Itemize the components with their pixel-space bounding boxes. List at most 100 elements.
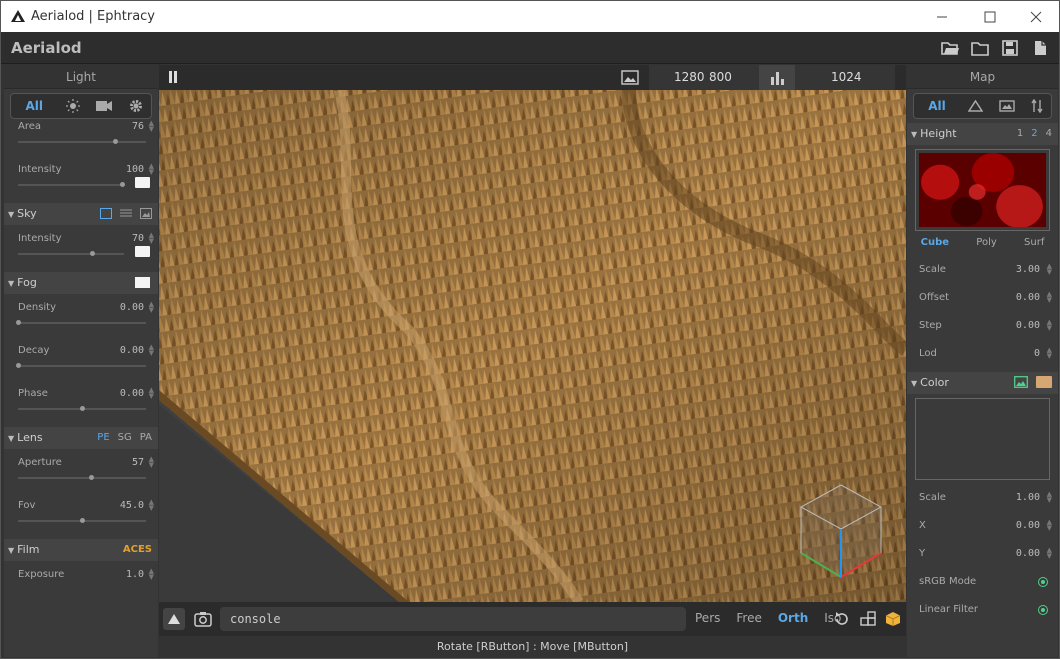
- layout-grid-icon[interactable]: [860, 611, 876, 627]
- spin-arrows-icon[interactable]: ▲ ▼: [149, 344, 154, 357]
- spin-arrows-icon[interactable]: ▲ ▼: [149, 232, 154, 245]
- fog-color-swatch[interactable]: [135, 277, 150, 288]
- height-level-4[interactable]: 4: [1046, 123, 1052, 145]
- screenshot-camera-icon[interactable]: [194, 611, 212, 627]
- height-level-2[interactable]: 2: [1031, 123, 1037, 145]
- lens-mode-pa[interactable]: PA: [140, 427, 152, 449]
- tab-all[interactable]: All: [19, 99, 49, 113]
- tab-all[interactable]: All: [922, 99, 952, 113]
- height-map-preview[interactable]: [915, 149, 1050, 231]
- offset-value[interactable]: 0.00: [1016, 292, 1040, 303]
- area-value[interactable]: 76: [132, 121, 144, 132]
- toggle-panel-button[interactable]: [163, 608, 185, 630]
- cube-icon[interactable]: [885, 611, 901, 627]
- slider-knob[interactable]: [80, 406, 85, 411]
- exposure-value[interactable]: 1.0: [126, 569, 144, 580]
- console-input[interactable]: console: [220, 607, 686, 631]
- lens-mode-sg[interactable]: SG: [118, 427, 132, 449]
- maximize-button[interactable]: [967, 1, 1013, 32]
- spin-arrows-icon[interactable]: ▲ ▼: [149, 568, 154, 581]
- spin-arrows-icon[interactable]: ▲ ▼: [1047, 491, 1052, 504]
- slider-knob[interactable]: [89, 475, 94, 480]
- open-folder-icon[interactable]: [941, 39, 959, 57]
- slider-knob[interactable]: [90, 251, 95, 256]
- height-level-1[interactable]: 1: [1017, 123, 1023, 145]
- spin-arrows-icon[interactable]: ▲ ▼: [149, 163, 154, 176]
- area-slider[interactable]: [18, 139, 146, 144]
- minimize-button[interactable]: [919, 1, 965, 32]
- slider-knob[interactable]: [120, 182, 125, 187]
- slider-knob[interactable]: [113, 139, 118, 144]
- camera-icon[interactable]: [96, 100, 113, 112]
- close-button[interactable]: [1013, 1, 1059, 32]
- aperture-value[interactable]: 57: [132, 457, 144, 468]
- spin-arrows-icon[interactable]: ▲ ▼: [149, 120, 154, 133]
- intensity-slider[interactable]: [18, 182, 125, 187]
- spin-arrows-icon[interactable]: ▲ ▼: [1047, 547, 1052, 560]
- intensity-value[interactable]: 100: [126, 164, 144, 175]
- aperture-slider[interactable]: [18, 475, 146, 480]
- spin-arrows-icon[interactable]: ▲ ▼: [149, 456, 154, 469]
- step-value[interactable]: 0.00: [1016, 320, 1040, 331]
- terrain-icon[interactable]: [968, 100, 983, 112]
- pause-icon[interactable]: [168, 71, 178, 83]
- sky-color-swatch[interactable]: [135, 246, 150, 257]
- spin-arrows-icon[interactable]: ▲ ▼: [149, 387, 154, 400]
- sun-icon[interactable]: [65, 99, 80, 113]
- spin-arrows-icon[interactable]: ▲ ▼: [1047, 519, 1052, 532]
- save-icon[interactable]: [1001, 39, 1019, 57]
- phase-value[interactable]: 0.00: [120, 388, 144, 399]
- slider-knob[interactable]: [16, 320, 21, 325]
- decay-value[interactable]: 0.00: [120, 345, 144, 356]
- sky-uniform-icon[interactable]: [100, 208, 112, 219]
- mode-orth[interactable]: Orth: [778, 611, 808, 625]
- spin-arrows-icon[interactable]: ▲ ▼: [1047, 291, 1052, 304]
- density-slider[interactable]: [16, 320, 146, 325]
- shape-surf[interactable]: Surf: [1024, 237, 1044, 248]
- density-value[interactable]: 0.00: [120, 302, 144, 313]
- light-color-swatch[interactable]: [135, 177, 150, 188]
- fov-slider[interactable]: [18, 518, 146, 523]
- scale-value[interactable]: 3.00: [1016, 264, 1040, 275]
- render-image-icon[interactable]: [621, 70, 639, 85]
- color-section-header[interactable]: ▼ Color: [907, 372, 1058, 394]
- file-icon[interactable]: [1031, 39, 1049, 57]
- render-viewport[interactable]: [159, 90, 906, 602]
- spin-arrows-icon[interactable]: ▲ ▼: [1047, 319, 1052, 332]
- resolution-width[interactable]: 1280: [674, 70, 705, 84]
- samples-button[interactable]: [759, 65, 795, 90]
- linear-filter-toggle[interactable]: [1038, 605, 1048, 615]
- slider-knob[interactable]: [16, 363, 21, 368]
- slider-knob[interactable]: [80, 518, 85, 523]
- folder-icon[interactable]: [971, 39, 989, 57]
- fog-section-header[interactable]: ▼ Fog: [4, 272, 158, 294]
- color-swatch[interactable]: [1036, 376, 1052, 388]
- reset-rotation-icon[interactable]: [834, 611, 850, 627]
- image-icon[interactable]: [999, 100, 1015, 112]
- samples-value[interactable]: 1024: [831, 70, 862, 84]
- color-image-icon[interactable]: [1014, 376, 1028, 388]
- srgb-mode-toggle[interactable]: [1038, 577, 1048, 587]
- sky-image-icon[interactable]: [140, 208, 152, 219]
- color-map-preview[interactable]: [915, 398, 1050, 480]
- resolution-field[interactable]: 1280 800: [649, 65, 759, 90]
- shape-poly[interactable]: Poly: [976, 237, 997, 248]
- spin-arrows-icon[interactable]: ▲ ▼: [1047, 347, 1052, 360]
- sky-gradient-icon[interactable]: [120, 208, 132, 219]
- fov-value[interactable]: 45.0: [120, 500, 144, 511]
- film-section-header[interactable]: ▼ Film ACES: [4, 539, 158, 561]
- mode-free[interactable]: Free: [736, 611, 761, 625]
- shape-cube[interactable]: Cube: [921, 237, 949, 248]
- spin-arrows-icon[interactable]: ▲ ▼: [149, 301, 154, 314]
- y-value[interactable]: 0.00: [1016, 548, 1040, 559]
- lod-value[interactable]: 0: [1034, 348, 1040, 359]
- x-value[interactable]: 0.00: [1016, 520, 1040, 531]
- sky-intensity-slider[interactable]: [18, 251, 124, 256]
- decay-slider[interactable]: [16, 363, 146, 368]
- aces-badge[interactable]: ACES: [123, 539, 152, 561]
- height-section-header[interactable]: ▼ Height 1 2 4: [907, 123, 1058, 145]
- phase-slider[interactable]: [18, 406, 146, 411]
- samples-field[interactable]: 1024: [795, 65, 895, 90]
- spin-arrows-icon[interactable]: ▲ ▼: [1047, 263, 1052, 276]
- intensity-value[interactable]: 70: [132, 233, 144, 244]
